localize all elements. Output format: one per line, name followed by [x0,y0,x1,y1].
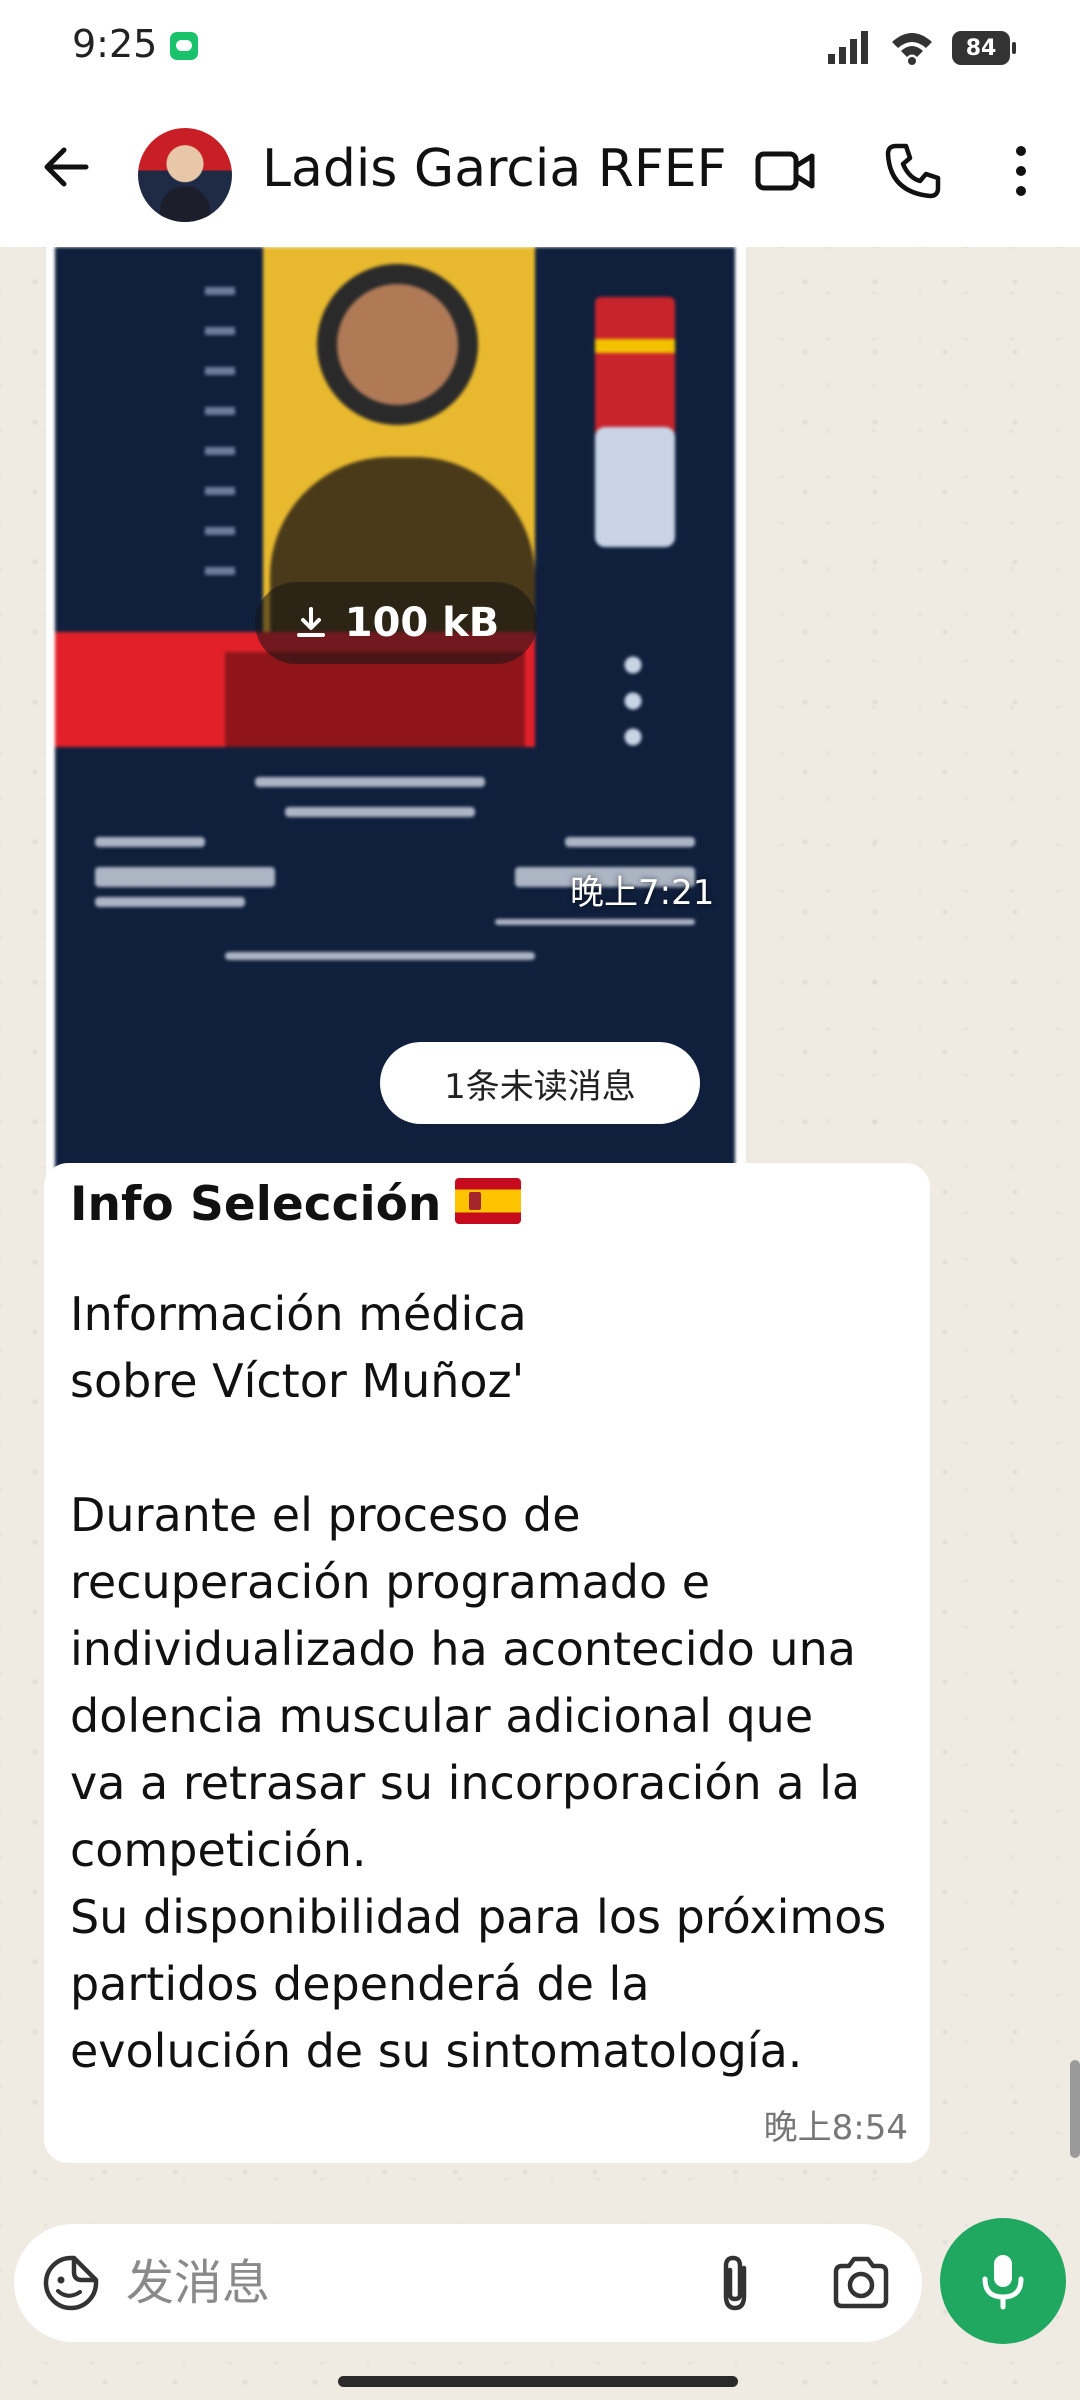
microphone-icon [982,2255,1024,2310]
message-line: individualizado ha acontecido una [70,1622,856,1676]
download-icon [296,607,325,637]
camera-icon[interactable] [830,2254,892,2312]
spain-flag-icon [455,1178,522,1224]
message-line: partidos dependerá de la [70,1957,650,2011]
chat-area[interactable]: 100 kB 晚上7:21 1条未读消息 Info Selección Info… [0,247,1080,2397]
scrollbar[interactable] [1070,2060,1080,2158]
attach-icon[interactable] [704,2252,766,2314]
message-line: Su disponibilidad para los próximos [70,1890,887,1944]
home-indicator[interactable] [338,2376,738,2387]
message-title-text: Info Selección [70,1177,442,1232]
message-composer [14,2224,922,2342]
message-timestamp: 晚上8:54 [763,2108,908,2148]
message-line: evolución de su sintomatología. [70,2024,803,2078]
message-line: sobre Víctor Muñoz' [70,1354,525,1408]
more-options-icon[interactable] [990,140,1052,202]
unread-label: 1条未读消息 [444,1066,636,1107]
wechat-notification-icon [170,32,198,60]
voice-message-button[interactable] [940,2218,1066,2344]
message-body: Información médica sobre Víctor Muñoz' D… [70,1281,910,2085]
battery-level: 84 [965,35,997,61]
battery-indicator: 84 [952,31,1016,65]
message-title: Info Selección [70,1177,522,1232]
message-line: competición. [70,1823,367,1877]
signal-icon [828,31,868,64]
status-time: 9:25 [72,22,158,66]
download-button[interactable]: 100 kB [255,582,537,664]
image-timestamp: 晚上7:21 [570,873,715,913]
chat-header: Ladis Garcia RFEF [0,95,1080,247]
message-input[interactable] [124,2242,688,2324]
contact-name[interactable]: Ladis Garcia RFEF [262,139,727,199]
contact-avatar[interactable] [138,128,232,222]
status-indicators: 84 [826,28,1016,68]
sticker-icon[interactable] [42,2254,100,2312]
trophy-shape [595,427,675,547]
wifi-icon [892,33,932,65]
text-message-bubble[interactable]: Info Selección Información médica sobre … [44,1163,930,2163]
message-line: recuperación programado e [70,1555,711,1609]
message-line: dolencia muscular adicional que [70,1689,814,1743]
message-line: Información médica [70,1287,527,1341]
file-size: 100 kB [344,600,500,646]
unread-divider: 1条未读消息 [380,1042,700,1124]
video-call-icon[interactable] [754,140,816,202]
message-line: va a retrasar su incorporación a la [70,1756,861,1810]
flag-shape [595,297,675,437]
phone-call-icon[interactable] [882,140,944,202]
back-arrow-icon[interactable] [36,137,96,197]
status-bar: 9:25 84 [0,0,1080,95]
message-line: Durante el proceso de [70,1488,581,1542]
